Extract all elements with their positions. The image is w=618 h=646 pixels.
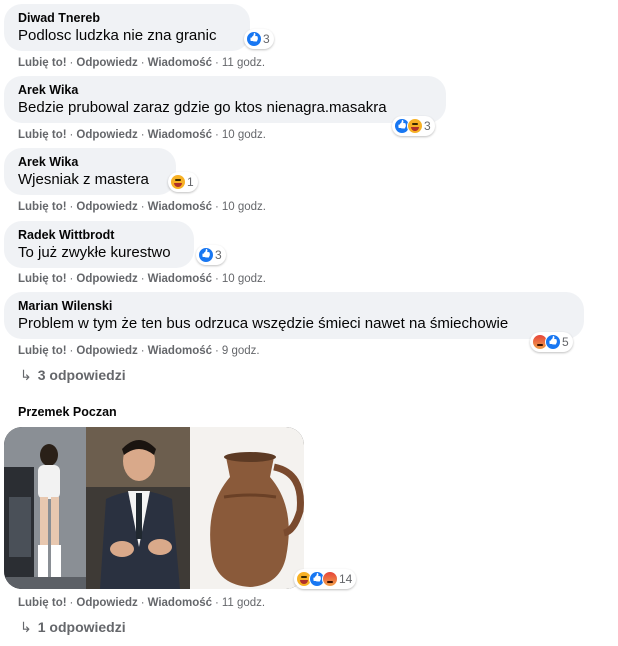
comment-timestamp[interactable]: 11 godz.: [222, 57, 265, 69]
reply-link[interactable]: Odpowiedz: [76, 129, 137, 141]
message-link[interactable]: Wiadomość: [148, 597, 212, 609]
comment-image[interactable]: [4, 427, 304, 589]
comment-timestamp[interactable]: 9 godz.: [222, 345, 260, 357]
comment-actions: Lubię to! · Odpowiedz · Wiadomość · 10 godz.: [18, 201, 266, 213]
reactions-badge[interactable]: 3: [392, 116, 435, 136]
like-link[interactable]: Lubię to!: [18, 57, 67, 69]
like-link[interactable]: Lubię to!: [18, 129, 67, 141]
comment-actions: Lubię to! · Odpowiedz · Wiadomość · 9 godz.: [18, 345, 260, 357]
reply-link[interactable]: Odpowiedz: [76, 597, 137, 609]
comment-actions: Lubię to! · Odpowiedz · Wiadomość · 10 godz.: [18, 129, 266, 141]
reply-link[interactable]: Odpowiedz: [76, 57, 137, 69]
comment-author[interactable]: Radek Wittbrodt: [18, 228, 114, 242]
comment-author[interactable]: Diwad Tnereb: [18, 11, 100, 25]
reaction-count: 3: [215, 248, 222, 262]
comment-author[interactable]: Przemek Poczan: [18, 405, 117, 419]
reaction-count: 1: [187, 175, 194, 189]
comment-author[interactable]: Arek Wika: [18, 155, 78, 169]
reactions-badge[interactable]: 14: [294, 569, 357, 589]
image-collage: [4, 427, 304, 589]
like-reaction-icon: [198, 247, 214, 263]
reply-arrow-icon: ↳: [20, 619, 32, 635]
comment-author[interactable]: Marian Wilenski: [18, 299, 112, 313]
reply-link[interactable]: Odpowiedz: [76, 345, 137, 357]
comment-timestamp[interactable]: 10 godz.: [222, 129, 266, 141]
comment-bubble: Marian Wilenski Problem w tym że ten bus…: [4, 292, 584, 339]
reactions-badge[interactable]: 1: [168, 172, 198, 192]
reply-arrow-icon: ↳: [20, 367, 32, 383]
reaction-count: 5: [562, 335, 569, 349]
comment-timestamp[interactable]: 10 godz.: [222, 201, 266, 213]
replies-label: 3 odpowiedzi: [37, 367, 126, 383]
comment-actions: Lubię to! · Odpowiedz · Wiadomość · 11 godz.: [18, 597, 266, 609]
comment-bubble: Diwad Tnereb Podlosc ludzka nie zna gran…: [4, 4, 250, 51]
comment-actions: Lubię to! · Odpowiedz · Wiadomość · 11 godz.: [18, 57, 266, 69]
angry-reaction-icon: [322, 571, 338, 587]
comment-text: Bedzie prubowal zaraz gdzie go ktos nien…: [18, 99, 387, 116]
comment-bubble: Arek Wika Wjesniak z mastera: [4, 148, 176, 195]
comment-text: Problem w tym że ten bus odrzuca wszędzi…: [18, 315, 509, 332]
like-link[interactable]: Lubię to!: [18, 345, 67, 357]
comment-text: Podlosc ludzka nie zna granic: [18, 27, 217, 44]
view-replies-link[interactable]: ↳ 1 odpowiedzi: [20, 619, 126, 636]
comment-actions: Lubię to! · Odpowiedz · Wiadomość · 10 godz.: [18, 273, 266, 285]
reactions-badge[interactable]: 5: [530, 332, 573, 352]
like-link[interactable]: Lubię to!: [18, 201, 67, 213]
message-link[interactable]: Wiadomość: [148, 57, 212, 69]
like-reaction-icon: [246, 31, 262, 47]
reaction-count: 14: [339, 572, 353, 586]
reactions-badge[interactable]: 3: [244, 29, 274, 49]
comment-text: To już zwykłe kurestwo: [18, 244, 171, 261]
message-link[interactable]: Wiadomość: [148, 273, 212, 285]
like-link[interactable]: Lubię to!: [18, 273, 67, 285]
comment-timestamp[interactable]: 10 godz.: [222, 273, 266, 285]
comment-bubble: Radek Wittbrodt To już zwykłe kurestwo: [4, 221, 194, 268]
reaction-count: 3: [263, 32, 270, 46]
like-link[interactable]: Lubię to!: [18, 597, 67, 609]
reply-link[interactable]: Odpowiedz: [76, 201, 137, 213]
comment-text: Wjesniak z mastera: [18, 171, 149, 188]
haha-reaction-icon: [407, 118, 423, 134]
reply-link[interactable]: Odpowiedz: [76, 273, 137, 285]
comment-bubble: Arek Wika Bedzie prubowal zaraz gdzie go…: [4, 76, 446, 123]
reactions-badge[interactable]: 3: [196, 245, 226, 265]
comment-timestamp[interactable]: 11 godz.: [222, 597, 265, 609]
haha-reaction-icon: [170, 174, 186, 190]
message-link[interactable]: Wiadomość: [148, 201, 212, 213]
like-reaction-icon: [545, 334, 561, 350]
reaction-count: 3: [424, 119, 431, 133]
message-link[interactable]: Wiadomość: [148, 129, 212, 141]
message-link[interactable]: Wiadomość: [148, 345, 212, 357]
comment-author[interactable]: Arek Wika: [18, 83, 78, 97]
replies-label: 1 odpowiedzi: [37, 619, 126, 635]
view-replies-link[interactable]: ↳ 3 odpowiedzi: [20, 367, 126, 384]
